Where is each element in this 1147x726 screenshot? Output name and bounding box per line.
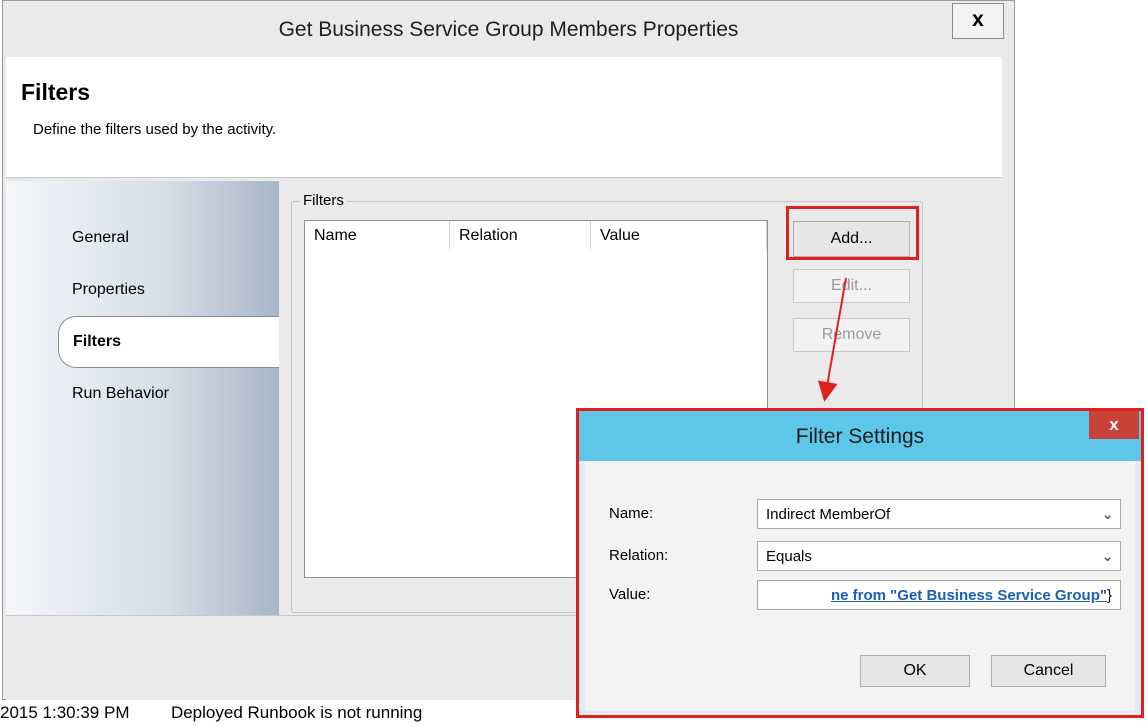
filter-settings-dialog: Filter Settings x Name: Indirect MemberO… xyxy=(576,408,1144,718)
name-label: Name: xyxy=(609,505,654,522)
ok-button[interactable]: OK xyxy=(860,655,970,687)
status-bar: 2015 1:30:39 PM Deployed Runbook is not … xyxy=(0,700,600,722)
chevron-down-icon: ⌄ xyxy=(1101,506,1114,523)
relation-dropdown-value: Equals xyxy=(766,548,812,565)
chevron-down-icon: ⌄ xyxy=(1101,548,1114,565)
page-title: Filters xyxy=(21,79,91,105)
close-button[interactable]: x xyxy=(952,3,1004,39)
remove-button[interactable]: Remove xyxy=(793,318,910,352)
cancel-button[interactable]: Cancel xyxy=(991,655,1106,687)
nav-item-filters-label: Filters xyxy=(73,333,122,350)
value-input[interactable]: ne from "Get Business Service Group"} xyxy=(757,580,1121,610)
filter-dialog-body: Name: Indirect MemberOf ⌄ Relation: Equa… xyxy=(585,461,1135,711)
filters-groupbox-legend: Filters xyxy=(300,192,347,209)
nav-item-run-behavior[interactable]: Run Behavior xyxy=(72,385,169,403)
dialog-title: Get Business Service Group Members Prope… xyxy=(3,1,1014,57)
nav-item-filters[interactable]: Filters xyxy=(58,316,279,368)
filter-dialog-close-button[interactable]: x xyxy=(1089,411,1139,439)
value-label: Value: xyxy=(609,586,651,603)
header-panel: Filters Define the filters used by the a… xyxy=(6,57,1002,178)
nav-item-properties[interactable]: Properties xyxy=(72,281,145,299)
status-timestamp: 2015 1:30:39 PM xyxy=(0,703,130,722)
page-description: Define the filters used by the activity. xyxy=(33,121,277,138)
value-published-data: ne from "Get Business Service Group" xyxy=(831,587,1107,604)
filter-dialog-title: Filter Settings xyxy=(579,411,1141,461)
edit-button[interactable]: Edit... xyxy=(793,269,910,303)
value-suffix: } xyxy=(1106,587,1112,604)
relation-label: Relation: xyxy=(609,547,669,564)
left-nav: General Properties Filters Run Behavior xyxy=(6,181,279,615)
name-dropdown-value: Indirect MemberOf xyxy=(766,506,891,523)
nav-item-general[interactable]: General xyxy=(72,229,129,247)
status-message: Deployed Runbook is not running xyxy=(170,703,423,722)
column-header-name[interactable]: Name xyxy=(305,221,450,249)
relation-dropdown[interactable]: Equals ⌄ xyxy=(757,541,1121,571)
column-header-value[interactable]: Value xyxy=(591,221,767,249)
add-button-highlight xyxy=(786,206,919,260)
name-dropdown[interactable]: Indirect MemberOf ⌄ xyxy=(757,499,1121,529)
column-header-relation[interactable]: Relation xyxy=(450,221,591,249)
